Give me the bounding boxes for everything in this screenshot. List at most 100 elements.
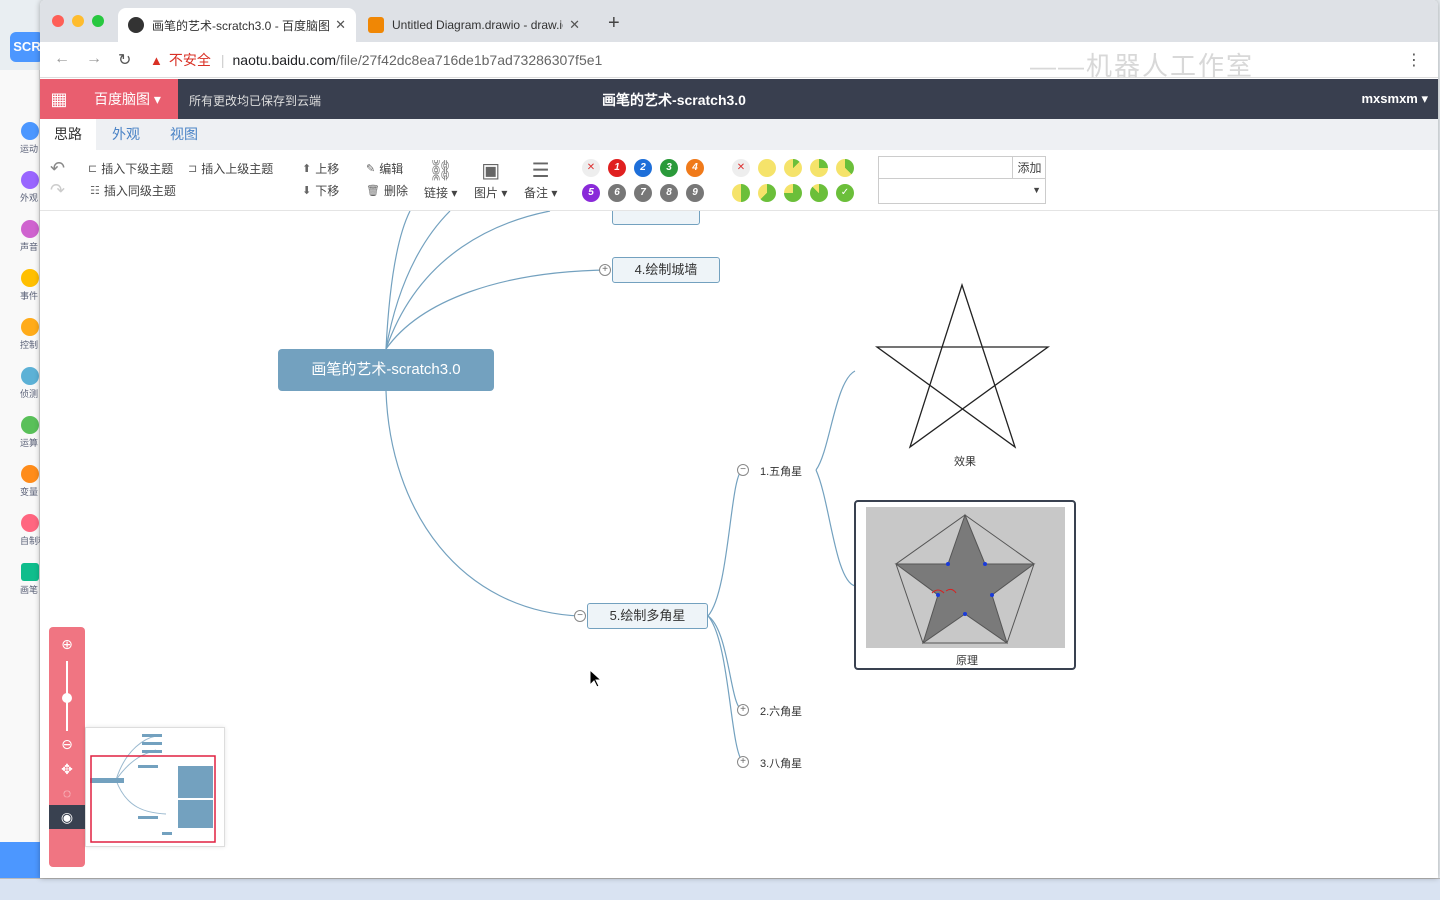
delete-button[interactable]: 🗑 删除 — [366, 182, 408, 199]
tab-appearance[interactable]: 外观 — [98, 119, 154, 150]
progress-1-icon[interactable] — [784, 159, 802, 177]
principle-caption: 原理 — [956, 655, 978, 667]
tab-view[interactable]: 视图 — [156, 119, 212, 150]
browser-window: 画笔的艺术-scratch3.0 - 百度脑图 ✕ Untitled Diagr… — [40, 0, 1438, 878]
resource-dropdown-icon[interactable]: ▼ — [1032, 185, 1041, 195]
progress-4-icon[interactable] — [732, 184, 750, 202]
insert-child-button[interactable]: ⊏ 插入下级主题 — [88, 160, 173, 177]
collapse-icon[interactable]: − — [574, 610, 586, 622]
tab-bar: 画笔的艺术-scratch3.0 - 百度脑图 ✕ Untitled Diagr… — [40, 0, 1438, 42]
tab-drawio[interactable]: Untitled Diagram.drawio - draw.io ✕ — [358, 8, 590, 42]
progress-0-icon[interactable] — [758, 159, 776, 177]
priority-3-icon[interactable]: 3 — [660, 159, 678, 177]
remove-priority-icon[interactable]: ✕ — [582, 159, 600, 177]
resource-input[interactable] — [879, 157, 1013, 179]
app-header: ▦ 百度脑图 ▾ 所有更改均已保存到云端 画笔的艺术-scratch3.0 mx… — [40, 79, 1438, 119]
progress-6-icon[interactable] — [784, 184, 802, 202]
insert-sibling-icon: ☷ — [90, 185, 100, 197]
close-window-button[interactable] — [52, 15, 64, 27]
resource-add-button[interactable]: 添加 — [1013, 157, 1046, 179]
redo-icon[interactable]: ↷ — [50, 180, 65, 201]
note-icon: ☰ — [531, 160, 550, 182]
expand-icon[interactable]: + — [737, 704, 749, 716]
subtopic-eight-point-star[interactable]: 3.八角星 — [760, 755, 802, 771]
back-arrow-icon[interactable]: ← — [54, 50, 70, 68]
expand-icon[interactable]: + — [737, 756, 749, 768]
priority-2-icon[interactable]: 2 — [634, 159, 652, 177]
mouse-cursor-icon — [589, 669, 603, 688]
priority-7-icon[interactable]: 7 — [634, 184, 652, 202]
subtopic-five-point-star[interactable]: 1.五角星 — [760, 463, 802, 479]
progress-7-icon[interactable] — [810, 184, 828, 202]
close-tab-icon[interactable]: ✕ — [335, 17, 346, 33]
reload-icon[interactable]: ↻ — [118, 50, 131, 70]
topic-hidden[interactable] — [612, 211, 700, 225]
document-title[interactable]: 画笔的艺术-scratch3.0 — [580, 90, 768, 110]
minimap[interactable] — [85, 727, 225, 847]
zoom-slider-handle[interactable] — [62, 693, 72, 703]
note-button[interactable]: ☰ 备注 ▾ — [524, 158, 557, 201]
priority-1-icon[interactable]: 1 — [608, 159, 626, 177]
zoom-out-icon[interactable]: ⊖ — [58, 735, 76, 753]
root-topic[interactable]: 画笔的艺术-scratch3.0 — [278, 349, 494, 391]
move-down-button[interactable]: ⬇ 下移 — [302, 182, 339, 199]
image-button[interactable]: ▣ 图片 ▾ — [474, 158, 507, 201]
tab-naotu[interactable]: 画笔的艺术-scratch3.0 - 百度脑图 ✕ — [118, 8, 356, 42]
mindmap-canvas[interactable]: 画笔的艺术-scratch3.0 + 4.绘制城墙 − 5.绘制多角星 − 1.… — [40, 211, 1438, 878]
tab-idea[interactable]: 思路 — [40, 119, 96, 150]
move-up-button[interactable]: ⬆ 上移 — [302, 160, 339, 177]
topic-draw-polystar[interactable]: 5.绘制多角星 — [587, 603, 708, 629]
insert-parent-button[interactable]: ⊐ 插入上级主题 — [188, 160, 273, 177]
browser-toolbar: ← → ↻ ▲ 不安全 | naotu.baidu.com/file/27f42… — [40, 42, 1438, 81]
collapse-icon[interactable]: − — [737, 464, 749, 476]
undo-icon[interactable]: ↶ — [50, 158, 65, 179]
baidu-naotu-favicon — [128, 17, 144, 33]
priority-5-icon[interactable]: 5 — [582, 184, 600, 202]
insert-parent-icon: ⊐ — [188, 163, 198, 175]
new-tab-button[interactable]: + — [608, 12, 620, 35]
minimize-window-button[interactable] — [72, 15, 84, 27]
link-button[interactable]: ⛓ 链接 ▾ — [424, 158, 457, 201]
move-icon[interactable]: ✥ — [58, 760, 76, 778]
priority-4-icon[interactable]: 4 — [686, 159, 704, 177]
zoom-in-icon[interactable]: ⊕ — [58, 635, 76, 653]
priority-9-icon[interactable]: 9 — [686, 184, 704, 202]
scratch-logo: SCR — [10, 32, 44, 62]
maximize-window-button[interactable] — [92, 15, 104, 27]
background-bottom-bar — [0, 878, 1440, 900]
locate-root-icon[interactable]: ◌ — [58, 784, 76, 802]
resource-panel: 添加 ▼ — [878, 156, 1046, 204]
star-effect-image[interactable] — [866, 273, 1062, 453]
menu-tabs: 思路 外观 视图 — [40, 119, 1438, 150]
priority-8-icon[interactable]: 8 — [660, 184, 678, 202]
expand-icon[interactable]: + — [599, 264, 611, 276]
forward-arrow-icon[interactable]: → — [86, 50, 102, 68]
arrow-up-icon: ⬆ — [302, 163, 312, 175]
remove-progress-icon[interactable]: ✕ — [732, 159, 750, 177]
star-principle-image — [866, 507, 1065, 648]
progress-done-icon[interactable]: ✓ — [836, 184, 854, 202]
zoom-panel: ⊕ ⊖ ✥ ◌ ◉ — [49, 627, 85, 867]
ribbon-toolbar: ↶ ↷ ⊏ 插入下级主题 ⊐ 插入上级主题 ☷ 插入同级主题 ⬆ 上移 ⬇ 下移 ✎ 编辑 … — [40, 150, 1438, 211]
edit-button[interactable]: ✎ 编辑 — [366, 160, 403, 177]
topic-draw-wall[interactable]: 4.绘制城墙 — [612, 257, 720, 283]
progress-2-icon[interactable] — [810, 159, 828, 177]
edit-icon: ✎ — [366, 163, 376, 175]
insert-child-icon: ⊏ — [88, 163, 98, 175]
link-icon: ⛓ — [427, 160, 454, 182]
eye-icon[interactable]: ◉ — [49, 805, 85, 829]
drawio-favicon — [368, 17, 384, 33]
apps-grid-icon[interactable]: ▦ — [40, 79, 78, 119]
progress-3-icon[interactable] — [836, 159, 854, 177]
progress-5-icon[interactable] — [758, 184, 776, 202]
user-menu[interactable]: mxsmxm ▾ — [1361, 91, 1428, 107]
browser-menu-icon[interactable]: ⋮ — [1406, 50, 1422, 70]
priority-6-icon[interactable]: 6 — [608, 184, 626, 202]
brand-menu-button[interactable]: 百度脑图 ▾ — [78, 79, 178, 119]
principle-node-selected[interactable]: 原理 — [854, 500, 1076, 670]
subtopic-six-point-star[interactable]: 2.六角星 — [760, 703, 802, 719]
insert-sibling-button[interactable]: ☷ 插入同级主题 — [90, 182, 176, 199]
minimap-preview — [90, 734, 216, 843]
close-tab-icon[interactable]: ✕ — [569, 17, 580, 33]
save-status: 所有更改均已保存到云端 — [189, 94, 322, 108]
